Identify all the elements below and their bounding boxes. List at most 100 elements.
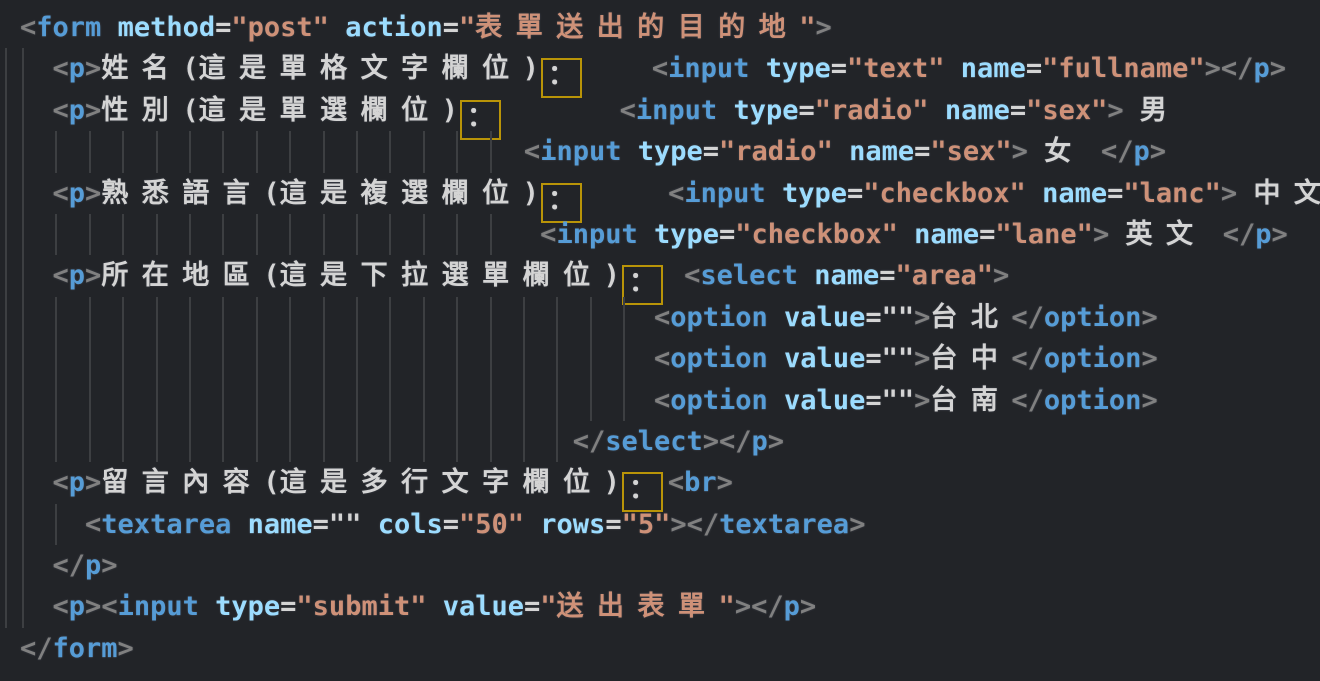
code-token: 台北 xyxy=(930,302,1011,333)
code-line[interactable]: <p><input type="submit" value="送出表單"></p… xyxy=(0,586,1320,627)
code-token xyxy=(749,53,765,84)
code-token: = xyxy=(443,509,459,540)
indent-guide xyxy=(156,214,158,255)
cjk-text: 女 xyxy=(1044,136,1085,167)
code-line[interactable]: <p>留言內容(這是多行文字欄位)：<br> xyxy=(0,462,1320,503)
code-line[interactable]: <form method="post" action="表單送出的目的地"> xyxy=(0,7,1320,48)
code-token: type xyxy=(654,219,719,250)
indent-guide xyxy=(490,214,492,255)
indent-guide xyxy=(423,338,425,379)
code-token: 英文 xyxy=(1109,219,1223,250)
indent-guide xyxy=(122,338,124,379)
code-line[interactable]: </select></p> xyxy=(0,421,1320,462)
code-token: > xyxy=(1270,53,1286,84)
code-token: value xyxy=(443,591,524,622)
indent-guide xyxy=(356,338,358,379)
code-token: 所在地區(這是下拉選單欄位) xyxy=(101,260,620,291)
cjk-text: 這是多行文字欄位 xyxy=(280,467,604,498)
code-token: "sex" xyxy=(1026,95,1107,126)
code-token: < xyxy=(668,178,684,209)
indent-guide xyxy=(456,297,458,338)
code-token: < xyxy=(652,53,668,84)
indent-guide xyxy=(22,421,24,462)
code-token: type xyxy=(782,178,847,209)
cjk-text: 送出表單 xyxy=(557,591,719,622)
indent-guide xyxy=(389,380,391,421)
code-line[interactable]: <textarea name="" cols="50" rows="5"></t… xyxy=(0,504,1320,545)
code-token: 台南 xyxy=(930,385,1011,416)
indent-guide xyxy=(590,380,592,421)
indent-guide xyxy=(623,380,625,421)
code-editor[interactable]: <form method="post" action="表單送出的目的地"> <… xyxy=(0,0,1320,681)
indent-guide xyxy=(189,421,191,462)
indent-guide xyxy=(423,421,425,462)
code-token: > xyxy=(1150,136,1166,167)
code-token: input xyxy=(636,95,717,126)
code-line[interactable]: <option value="">台中</option> xyxy=(0,338,1320,379)
code-line[interactable]: <p>所在地區(這是下拉選單欄位)： <select name="area"> xyxy=(0,255,1320,296)
indent-guide xyxy=(289,338,291,379)
indent-guide xyxy=(323,131,325,172)
indent-guide xyxy=(122,297,124,338)
indent-guide xyxy=(456,214,458,255)
code-line[interactable]: <option value="">台北</option> xyxy=(0,297,1320,338)
editor-edge-line xyxy=(5,48,7,89)
code-token: </ xyxy=(1101,136,1134,167)
code-token: 台中 xyxy=(930,343,1011,374)
indent-guide xyxy=(389,214,391,255)
indent-guide xyxy=(323,214,325,255)
indent-guide xyxy=(289,380,291,421)
code-token: "5" xyxy=(622,509,671,540)
code-line[interactable]: </p> xyxy=(0,545,1320,586)
code-token: < xyxy=(654,343,670,374)
cjk-text: 這是複選欄位 xyxy=(280,178,523,209)
code-line[interactable]: <p>姓名(這是單格文字欄位)： <input type="text" name… xyxy=(0,48,1320,89)
editor-edge-line xyxy=(5,586,7,627)
code-token: "50" xyxy=(459,509,524,540)
code-token: input xyxy=(540,136,621,167)
code-token: > xyxy=(85,591,101,622)
indent-guide xyxy=(189,338,191,379)
indent-guide xyxy=(289,214,291,255)
code-token xyxy=(768,343,784,374)
code-token: > xyxy=(670,509,686,540)
code-line[interactable]: <p>熟悉語言(這是複選欄位)： <input type="checkbox" … xyxy=(0,173,1320,214)
indent-guide xyxy=(89,380,91,421)
code-token: > xyxy=(735,591,751,622)
code-token: > xyxy=(1093,219,1109,250)
code-line[interactable]: <option value="">台南</option> xyxy=(0,380,1320,421)
code-line[interactable]: </form> xyxy=(0,628,1320,669)
code-token: = xyxy=(524,591,540,622)
indent-guide xyxy=(490,338,492,379)
code-token: < xyxy=(684,260,700,291)
indent-guide xyxy=(523,338,525,379)
indent-guide xyxy=(623,297,625,338)
code-token: value xyxy=(784,385,865,416)
indent-guide xyxy=(222,338,224,379)
code-token: p xyxy=(752,426,768,457)
code-line[interactable]: <input type="checkbox" name="lane"> 英文 <… xyxy=(0,214,1320,255)
code-token: input xyxy=(668,53,749,84)
cjk-text: 這是下拉選單欄位 xyxy=(280,260,604,291)
code-line[interactable]: <input type="radio" name="sex"> 女 </p> xyxy=(0,131,1320,172)
code-token: > xyxy=(717,467,733,498)
indent-guide xyxy=(22,380,24,421)
code-token: > xyxy=(1141,302,1157,333)
code-token: input xyxy=(684,178,765,209)
code-token xyxy=(20,550,53,581)
code-token xyxy=(587,178,668,209)
indent-guide xyxy=(389,131,391,172)
code-token: type xyxy=(215,591,280,622)
code-token: "checkbox" xyxy=(863,178,1026,209)
code-token: p xyxy=(69,467,85,498)
code-token: </ xyxy=(1223,219,1256,250)
code-token xyxy=(329,12,345,43)
indent-guide xyxy=(523,380,525,421)
indent-guide xyxy=(156,338,158,379)
indent-guide xyxy=(556,380,558,421)
indent-guide xyxy=(156,421,158,462)
indent-guide xyxy=(456,421,458,462)
code-line[interactable]: <p>性別(這是單選欄位)： <input type="radio" name=… xyxy=(0,90,1320,131)
code-token: = xyxy=(831,53,847,84)
code-token: 留言內容(這是多行文字欄位) xyxy=(101,467,620,498)
